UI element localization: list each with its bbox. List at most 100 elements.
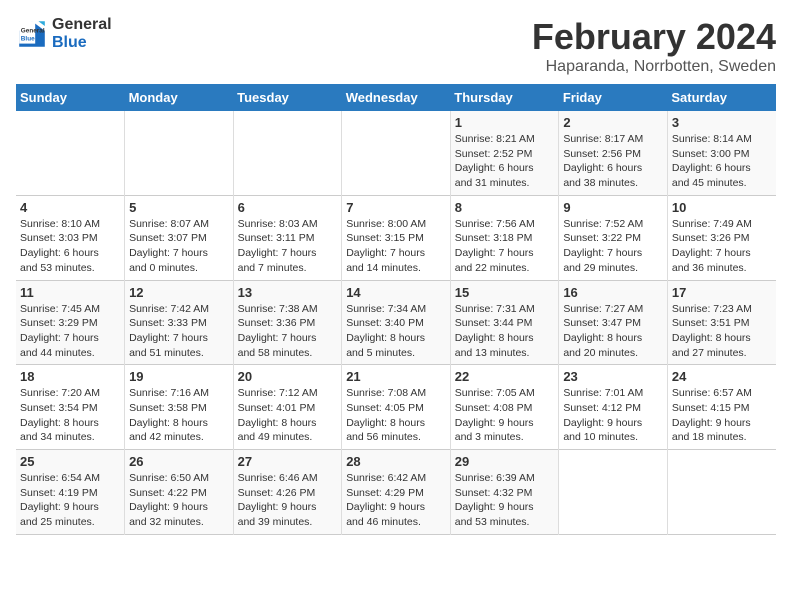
day-info: Sunrise: 6:50 AMSunset: 4:22 PMDaylight:…	[129, 471, 229, 530]
day-cell: 25 Sunrise: 6:54 AMSunset: 4:19 PMDayligh…	[16, 450, 125, 535]
day-info: Sunrise: 6:46 AMSunset: 4:26 PMDaylight:…	[238, 471, 338, 530]
day-number: 26	[129, 454, 229, 469]
day-number: 16	[563, 285, 663, 300]
day-number: 18	[20, 369, 120, 384]
day-info: Sunrise: 7:45 AMSunset: 3:29 PMDaylight:…	[20, 302, 120, 361]
page-header: General Blue General Blue February 2024 …	[16, 16, 776, 76]
day-info: Sunrise: 7:16 AMSunset: 3:58 PMDaylight:…	[129, 386, 229, 445]
day-cell	[559, 450, 668, 535]
day-cell: 10 Sunrise: 7:49 AMSunset: 3:26 PMDayligh…	[667, 195, 776, 280]
day-number: 9	[563, 200, 663, 215]
day-number: 15	[455, 285, 555, 300]
week-row-2: 11 Sunrise: 7:45 AMSunset: 3:29 PMDayligh…	[16, 280, 776, 365]
logo-general: General	[52, 16, 112, 34]
day-info: Sunrise: 7:49 AMSunset: 3:26 PMDaylight:…	[672, 217, 772, 276]
day-info: Sunrise: 7:01 AMSunset: 4:12 PMDaylight:…	[563, 386, 663, 445]
day-number: 19	[129, 369, 229, 384]
day-cell: 27 Sunrise: 6:46 AMSunset: 4:26 PMDayligh…	[233, 450, 342, 535]
day-info: Sunrise: 7:08 AMSunset: 4:05 PMDaylight:…	[346, 386, 446, 445]
day-cell: 12Sunrise: 7:42 AMSunset: 3:33 PMDayligh…	[125, 280, 234, 365]
day-cell: 8 Sunrise: 7:56 AMSunset: 3:18 PMDaylight…	[450, 195, 559, 280]
day-cell: 21 Sunrise: 7:08 AMSunset: 4:05 PMDayligh…	[342, 365, 451, 450]
day-number: 4	[20, 200, 120, 215]
day-cell	[342, 111, 451, 195]
day-info: Sunrise: 8:17 AMSunset: 2:56 PMDaylight:…	[563, 132, 663, 191]
day-cell: 29Sunrise: 6:39 AMSunset: 4:32 PMDayligh…	[450, 450, 559, 535]
logo-blue: Blue	[52, 34, 112, 52]
day-number: 27	[238, 454, 338, 469]
svg-text:General: General	[21, 27, 45, 34]
day-number: 6	[238, 200, 338, 215]
logo: General Blue General Blue	[16, 16, 112, 51]
week-row-1: 4Sunrise: 8:10 AMSunset: 3:03 PMDaylight…	[16, 195, 776, 280]
day-cell: 1 Sunrise: 8:21 AMSunset: 2:52 PMDaylight…	[450, 111, 559, 195]
weekday-header-row: SundayMondayTuesdayWednesdayThursdayFrid…	[16, 84, 776, 111]
day-number: 1	[455, 115, 555, 130]
week-row-3: 18 Sunrise: 7:20 AMSunset: 3:54 PMDayligh…	[16, 365, 776, 450]
day-info: Sunrise: 7:12 AMSunset: 4:01 PMDaylight:…	[238, 386, 338, 445]
day-cell: 11 Sunrise: 7:45 AMSunset: 3:29 PMDayligh…	[16, 280, 125, 365]
title-area: February 2024 Haparanda, Norrbotten, Swe…	[532, 16, 776, 76]
weekday-header-friday: Friday	[559, 84, 668, 111]
day-number: 25	[20, 454, 120, 469]
day-number: 22	[455, 369, 555, 384]
day-number: 29	[455, 454, 555, 469]
day-cell: 3 Sunrise: 8:14 AMSunset: 3:00 PMDaylight…	[667, 111, 776, 195]
day-info: Sunrise: 6:54 AMSunset: 4:19 PMDaylight:…	[20, 471, 120, 530]
day-number: 12	[129, 285, 229, 300]
day-cell: 16 Sunrise: 7:27 AMSunset: 3:47 PMDayligh…	[559, 280, 668, 365]
day-number: 13	[238, 285, 338, 300]
day-info: Sunrise: 7:05 AMSunset: 4:08 PMDaylight:…	[455, 386, 555, 445]
day-info: Sunrise: 8:07 AMSunset: 3:07 PMDaylight:…	[129, 217, 229, 276]
day-cell	[125, 111, 234, 195]
day-number: 3	[672, 115, 772, 130]
day-info: Sunrise: 7:23 AMSunset: 3:51 PMDaylight:…	[672, 302, 772, 361]
svg-text:Blue: Blue	[21, 35, 35, 42]
day-number: 2	[563, 115, 663, 130]
day-info: Sunrise: 7:34 AMSunset: 3:40 PMDaylight:…	[346, 302, 446, 361]
day-number: 11	[20, 285, 120, 300]
day-number: 14	[346, 285, 446, 300]
day-number: 24	[672, 369, 772, 384]
day-cell: 13 Sunrise: 7:38 AMSunset: 3:36 PMDayligh…	[233, 280, 342, 365]
day-info: Sunrise: 7:38 AMSunset: 3:36 PMDaylight:…	[238, 302, 338, 361]
day-cell	[16, 111, 125, 195]
day-info: Sunrise: 8:14 AMSunset: 3:00 PMDaylight:…	[672, 132, 772, 191]
weekday-header-wednesday: Wednesday	[342, 84, 451, 111]
weekday-header-sunday: Sunday	[16, 84, 125, 111]
day-cell: 5 Sunrise: 8:07 AMSunset: 3:07 PMDaylight…	[125, 195, 234, 280]
day-info: Sunrise: 7:27 AMSunset: 3:47 PMDaylight:…	[563, 302, 663, 361]
week-row-0: 1 Sunrise: 8:21 AMSunset: 2:52 PMDaylight…	[16, 111, 776, 195]
day-cell: 4Sunrise: 8:10 AMSunset: 3:03 PMDaylight…	[16, 195, 125, 280]
calendar-table: SundayMondayTuesdayWednesdayThursdayFrid…	[16, 84, 776, 535]
weekday-header-saturday: Saturday	[667, 84, 776, 111]
day-cell: 14 Sunrise: 7:34 AMSunset: 3:40 PMDayligh…	[342, 280, 451, 365]
day-number: 17	[672, 285, 772, 300]
day-number: 5	[129, 200, 229, 215]
day-cell: 22 Sunrise: 7:05 AMSunset: 4:08 PMDayligh…	[450, 365, 559, 450]
day-number: 28	[346, 454, 446, 469]
day-cell: 9 Sunrise: 7:52 AMSunset: 3:22 PMDaylight…	[559, 195, 668, 280]
day-number: 20	[238, 369, 338, 384]
day-info: Sunrise: 7:56 AMSunset: 3:18 PMDaylight:…	[455, 217, 555, 276]
day-info: Sunrise: 8:21 AMSunset: 2:52 PMDaylight:…	[455, 132, 555, 191]
day-number: 10	[672, 200, 772, 215]
weekday-header-monday: Monday	[125, 84, 234, 111]
day-cell: 19 Sunrise: 7:16 AMSunset: 3:58 PMDayligh…	[125, 365, 234, 450]
day-cell: 15Sunrise: 7:31 AMSunset: 3:44 PMDayligh…	[450, 280, 559, 365]
day-number: 23	[563, 369, 663, 384]
day-cell: 18 Sunrise: 7:20 AMSunset: 3:54 PMDayligh…	[16, 365, 125, 450]
day-info: Sunrise: 7:52 AMSunset: 3:22 PMDaylight:…	[563, 217, 663, 276]
day-cell: 23 Sunrise: 7:01 AMSunset: 4:12 PMDayligh…	[559, 365, 668, 450]
weekday-header-tuesday: Tuesday	[233, 84, 342, 111]
calendar-title: February 2024	[532, 16, 776, 58]
day-info: Sunrise: 6:42 AMSunset: 4:29 PMDaylight:…	[346, 471, 446, 530]
day-number: 7	[346, 200, 446, 215]
day-info: Sunrise: 7:20 AMSunset: 3:54 PMDaylight:…	[20, 386, 120, 445]
day-number: 21	[346, 369, 446, 384]
day-number: 8	[455, 200, 555, 215]
day-cell: 24 Sunrise: 6:57 AMSunset: 4:15 PMDayligh…	[667, 365, 776, 450]
day-cell: 7Sunrise: 8:00 AMSunset: 3:15 PMDaylight…	[342, 195, 451, 280]
day-cell: 26 Sunrise: 6:50 AMSunset: 4:22 PMDayligh…	[125, 450, 234, 535]
day-info: Sunrise: 6:57 AMSunset: 4:15 PMDaylight:…	[672, 386, 772, 445]
